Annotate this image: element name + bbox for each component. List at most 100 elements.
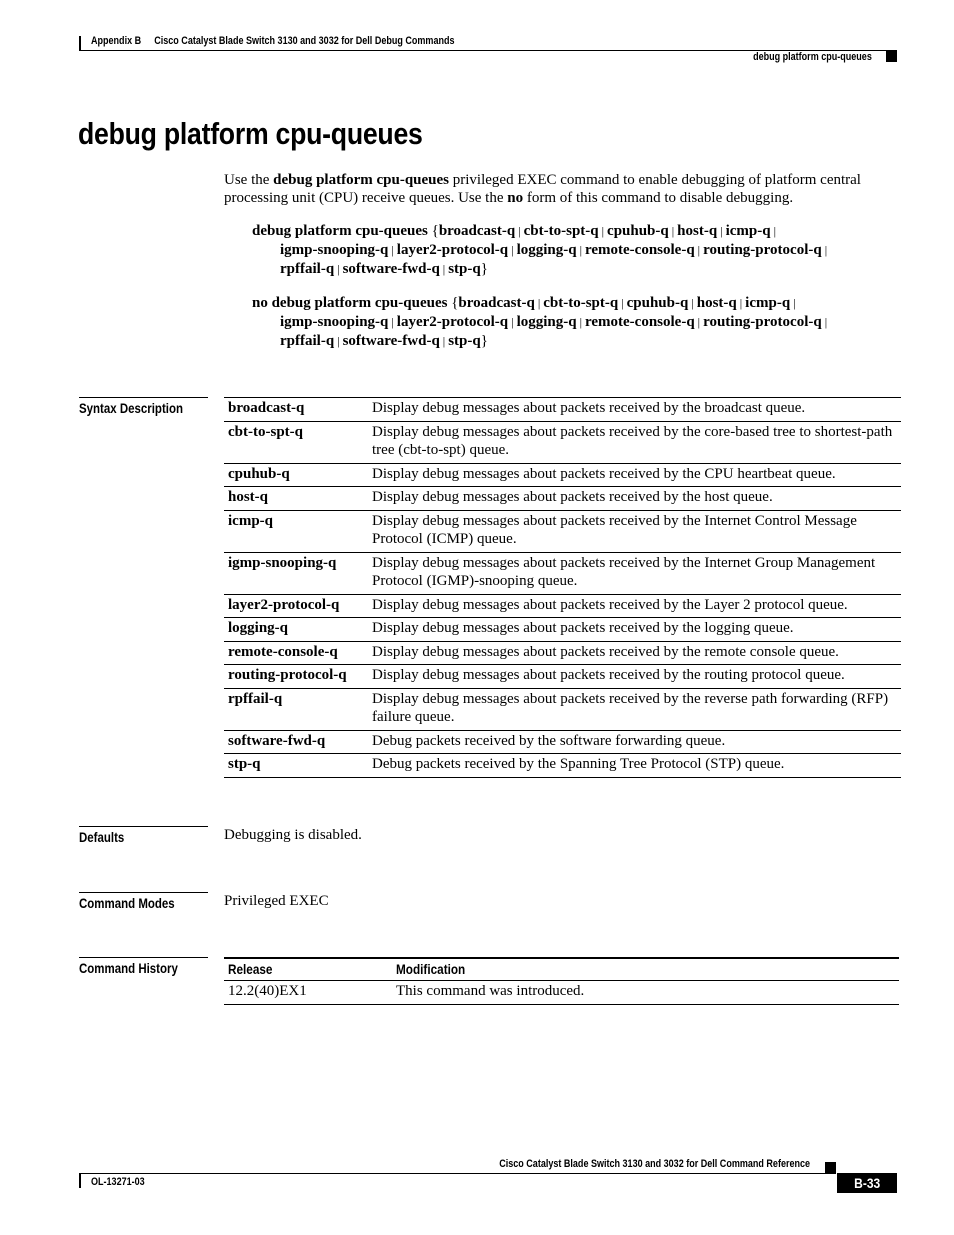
command-prefix: debug platform cpu-queues bbox=[252, 223, 428, 239]
column-header-release: Release bbox=[224, 957, 392, 981]
separator: | bbox=[793, 296, 796, 310]
syntax-line-1: debug platform cpu-queues {broadcast-q | c… bbox=[252, 222, 902, 241]
syntax-keyword: host-q bbox=[696, 295, 737, 311]
keyword-cell: routing-protocol-q bbox=[224, 664, 368, 688]
syntax-keyword: logging-q bbox=[516, 242, 577, 258]
intro-paragraph: Use the debug platform cpu-queues privil… bbox=[224, 171, 904, 207]
syntax-keyword: broadcast-q bbox=[458, 295, 535, 311]
separator: | bbox=[824, 243, 828, 257]
footer-rule bbox=[79, 1173, 836, 1174]
appendix-label: Appendix B bbox=[91, 35, 142, 47]
syntax-table-row: layer2-protocol-q Display debug messages … bbox=[224, 593, 901, 618]
syntax-table-row: logging-q Display debug messages about pa… bbox=[224, 617, 901, 641]
history-row: 12.2(40)EX1 This command was introduced. bbox=[224, 980, 899, 1005]
header-left-bar bbox=[79, 36, 81, 50]
section-label-text: Defaults bbox=[79, 829, 125, 845]
separator: | bbox=[537, 296, 541, 310]
running-header: Appendix B Cisco Catalyst Blade Switch 31… bbox=[91, 35, 455, 47]
keyword-cell: stp-q bbox=[224, 753, 368, 778]
syntax-table-row: broadcast-q Display debug messages about … bbox=[224, 397, 901, 421]
keyword-cell: cpuhub-q bbox=[224, 462, 368, 487]
description-cell: Display debug messages about packets rec… bbox=[368, 486, 901, 510]
close-brace: } bbox=[480, 333, 488, 349]
footer-doc-number: OL-13271-03 bbox=[91, 1176, 145, 1188]
page-number: B-33 bbox=[853, 1175, 881, 1191]
syntax-keyword: layer2-protocol-q bbox=[396, 314, 509, 330]
description-cell: Display debug messages about packets rec… bbox=[368, 617, 901, 641]
chapter-title: Cisco Catalyst Blade Switch 3130 and 303… bbox=[154, 35, 455, 47]
syntax-keyword: stp-q bbox=[448, 261, 481, 277]
separator: | bbox=[442, 262, 446, 276]
syntax-keyword: layer2-protocol-q bbox=[396, 242, 509, 258]
description-cell: Display debug messages about packets rec… bbox=[368, 593, 901, 618]
section-label-syntax-description: Syntax Description bbox=[79, 397, 208, 416]
syntax-table-row: icmp-q Display debug messages about packe… bbox=[224, 509, 901, 552]
command-history-table: Release Modification 12.2(40)EX1 This co… bbox=[224, 957, 899, 1005]
release-cell: 12.2(40)EX1 bbox=[224, 980, 392, 1005]
syntax-table-row: rpffail-q Display debug messages about pa… bbox=[224, 687, 901, 730]
syntax-keyword: stp-q bbox=[448, 333, 481, 349]
section-label-defaults: Defaults bbox=[79, 826, 208, 845]
syntax-no: no debug platform cpu-queues {broadcast-… bbox=[252, 294, 902, 351]
keyword-cell: igmp-snooping-q bbox=[224, 551, 368, 594]
syntax-keyword: broadcast-q bbox=[438, 223, 516, 239]
syntax-keyword: igmp-snooping-q bbox=[280, 314, 389, 330]
syntax-line-1: no debug platform cpu-queues {broadcast-… bbox=[252, 294, 902, 313]
syntax-line-2: igmp-snooping-q | layer2-protocol-q | loggin… bbox=[252, 313, 902, 332]
description-cell: Display debug messages about packets rec… bbox=[368, 687, 901, 730]
column-header-text: Modification bbox=[396, 961, 466, 977]
separator: | bbox=[579, 243, 582, 257]
syntax-keyword: software-fwd-q bbox=[342, 261, 440, 277]
separator: | bbox=[511, 243, 514, 257]
command-modes-text: Privileged EXEC bbox=[224, 893, 329, 909]
description-cell: Display debug messages about packets rec… bbox=[368, 664, 901, 688]
separator: | bbox=[391, 243, 394, 257]
keyword-cell: host-q bbox=[224, 486, 368, 510]
syntax-keyword: cbt-to-spt-q bbox=[523, 223, 599, 239]
description-cell: Display debug messages about packets rec… bbox=[368, 509, 901, 552]
section-label-text: Command History bbox=[79, 960, 178, 976]
keyword-cell: layer2-protocol-q bbox=[224, 593, 368, 618]
separator: | bbox=[621, 296, 624, 310]
keyword-cell: remote-console-q bbox=[224, 640, 368, 665]
footer-book-title: Cisco Catalyst Blade Switch 3130 and 303… bbox=[499, 1158, 810, 1170]
syntax-description-table: broadcast-q Display debug messages about … bbox=[224, 397, 901, 778]
history-header-row: Release Modification bbox=[224, 957, 899, 981]
separator: | bbox=[337, 334, 340, 348]
separator: | bbox=[337, 262, 340, 276]
separator: | bbox=[391, 315, 394, 329]
intro-command: debug platform cpu-queues bbox=[273, 172, 450, 188]
column-header-modification: Modification bbox=[392, 957, 899, 981]
open-brace: { bbox=[431, 223, 439, 239]
page-title: debug platform cpu-queues bbox=[78, 116, 423, 151]
syntax-keyword: rpffail-q bbox=[280, 261, 335, 277]
keyword-cell: cbt-to-spt-q bbox=[224, 420, 368, 463]
syntax-table-row: cbt-to-spt-q Display debug messages about… bbox=[224, 420, 901, 463]
syntax-keyword: routing-protocol-q bbox=[703, 314, 822, 330]
description-cell: Display debug messages about packets rec… bbox=[368, 462, 901, 487]
syntax-keyword: rpffail-q bbox=[280, 333, 335, 349]
syntax-keyword: remote-console-q bbox=[584, 314, 695, 330]
defaults-text: Debugging is disabled. bbox=[224, 827, 362, 843]
syntax-keyword: cpuhub-q bbox=[626, 295, 689, 311]
command-prefix: no debug platform cpu-queues bbox=[252, 295, 448, 311]
syntax-keyword: cpuhub-q bbox=[607, 223, 669, 239]
separator: | bbox=[671, 224, 675, 238]
description-cell: Debug packets received by the software f… bbox=[368, 729, 901, 754]
intro-text: form of this command to disable debuggin… bbox=[523, 190, 794, 206]
description-cell: Display debug messages about packets rec… bbox=[368, 397, 901, 421]
intro-no-keyword: no bbox=[507, 190, 524, 206]
separator: | bbox=[601, 224, 605, 238]
section-label-command-modes: Command Modes bbox=[79, 892, 208, 911]
separator: | bbox=[739, 296, 743, 310]
column-header-text: Release bbox=[228, 961, 273, 977]
description-cell: Debug packets received by the Spanning T… bbox=[368, 753, 901, 778]
page-number-badge: B-33 bbox=[837, 1173, 897, 1193]
syntax-table-row: cpuhub-q Display debug messages about pac… bbox=[224, 462, 901, 487]
syntax-keyword: software-fwd-q bbox=[342, 333, 440, 349]
separator: | bbox=[697, 243, 701, 257]
description-cell: Display debug messages about packets rec… bbox=[368, 420, 901, 463]
keyword-cell: rpffail-q bbox=[224, 687, 368, 730]
separator: | bbox=[697, 315, 701, 329]
syntax-table-row: routing-protocol-q Display debug messages… bbox=[224, 664, 901, 688]
